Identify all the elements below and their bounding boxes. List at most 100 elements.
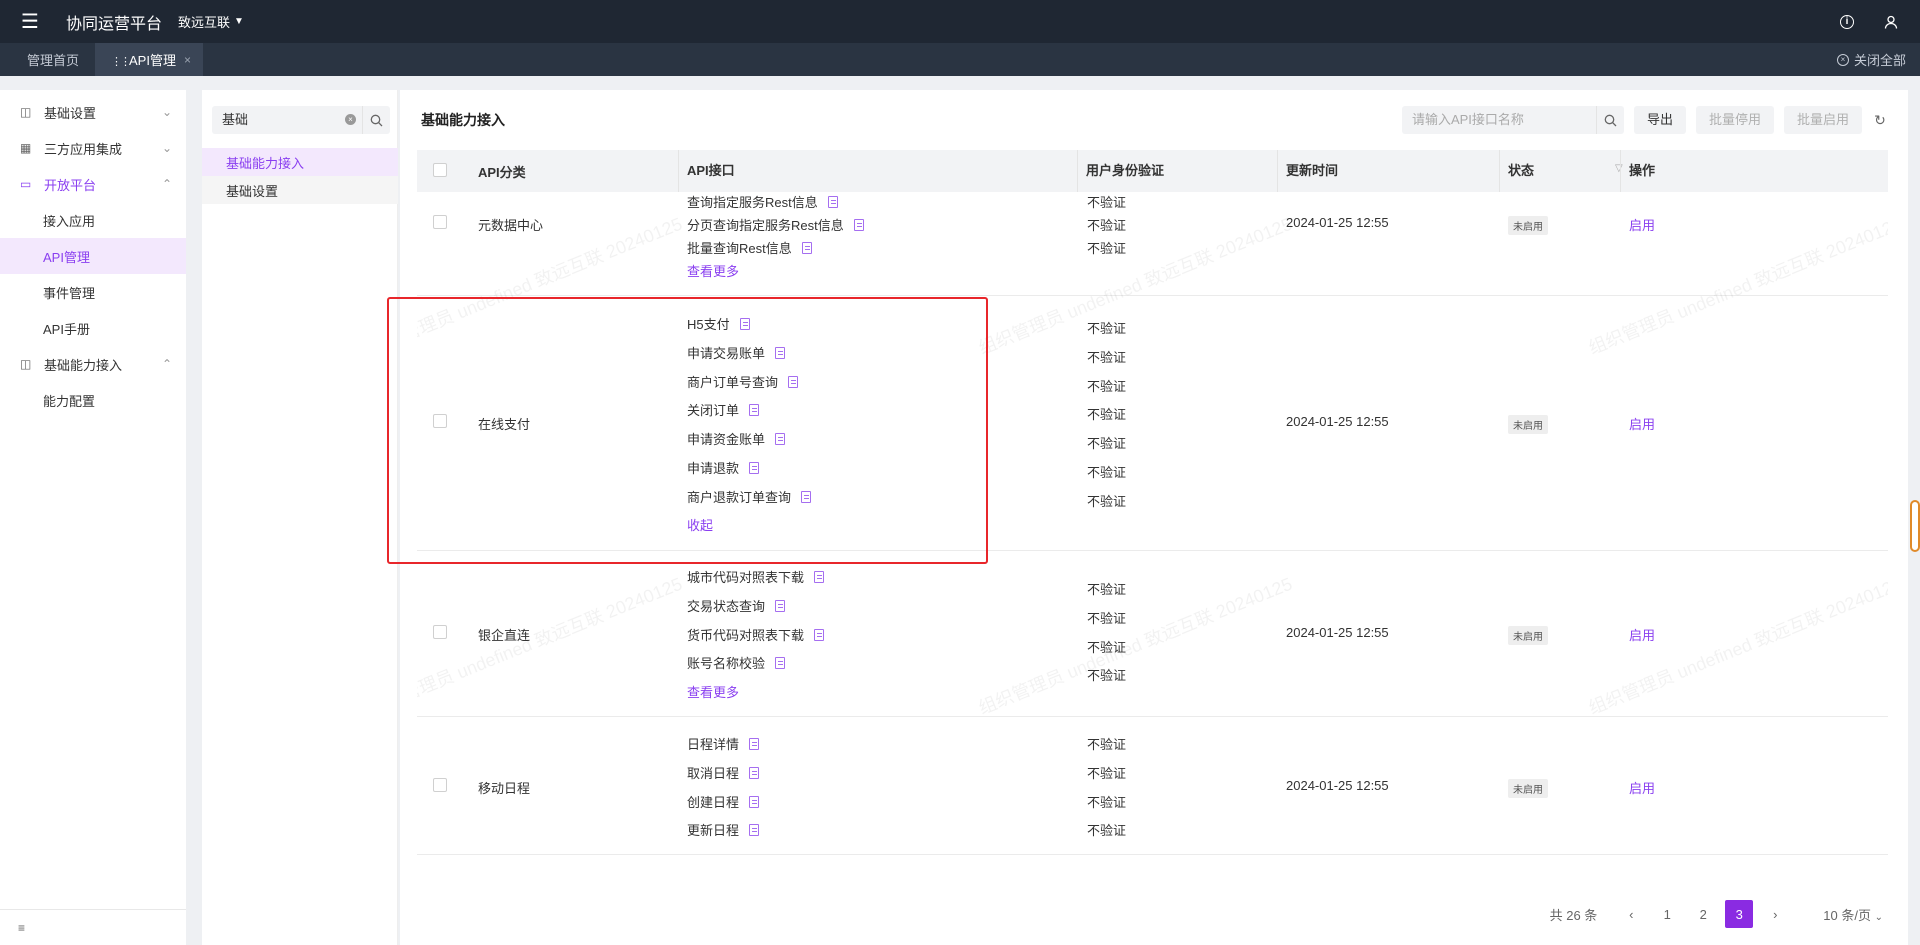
auth-cell: 不验证 xyxy=(1087,737,1127,752)
refresh-icon[interactable]: ↻ xyxy=(1872,112,1888,129)
collapse-link[interactable]: 收起 xyxy=(687,515,713,534)
doc-icon[interactable] xyxy=(788,376,799,388)
api-name: 申请交易账单 xyxy=(687,346,766,361)
tree-node-basic-settings[interactable]: 基础设置 xyxy=(202,176,398,204)
app-title: 协同运营平台 xyxy=(66,15,163,33)
header-category: API分类 xyxy=(478,164,526,180)
header-auth: 用户身份验证 xyxy=(1077,150,1164,192)
top-bar: ☰ 协同运营平台 致远互联 ▼ i xyxy=(0,0,1920,43)
api-item: 分页查询指定服务Rest信息 xyxy=(687,215,864,234)
doc-icon[interactable] xyxy=(775,600,786,612)
chevron-up-icon: ⌃ xyxy=(161,177,172,191)
sidebar-item-basic-capability[interactable]: ◫ 基础能力接入 ⌃ xyxy=(0,346,186,382)
api-name: 商户退款订单查询 xyxy=(687,490,792,505)
doc-icon[interactable] xyxy=(749,767,760,779)
sidebar-item-capability-config[interactable]: 能力配置 xyxy=(0,382,186,418)
batch-enable-button[interactable]: 批量启用 xyxy=(1783,106,1862,134)
api-name: 申请资金账单 xyxy=(687,432,766,447)
sidebar-item-api-manual[interactable]: API手册 xyxy=(0,310,186,346)
doc-icon[interactable] xyxy=(827,196,838,208)
tab-api-management[interactable]: ⋮⋮API管理 × xyxy=(95,43,203,76)
enable-link[interactable]: 启用 xyxy=(1629,778,1655,797)
tree-search-input[interactable]: 基础 × xyxy=(212,106,362,134)
collapse-sidebar-icon[interactable]: ≡ xyxy=(0,909,186,945)
select-all-checkbox[interactable] xyxy=(433,163,447,177)
tree-search: 基础 × xyxy=(212,106,390,134)
scrollbar-handle[interactable] xyxy=(1910,500,1920,552)
sidebar-item-access-apps[interactable]: 接入应用 xyxy=(0,202,186,238)
doc-icon[interactable] xyxy=(749,738,760,750)
doc-icon[interactable] xyxy=(801,242,812,254)
status-badge: 未启用 xyxy=(1508,779,1548,798)
row-checkbox[interactable] xyxy=(433,215,447,229)
close-all-button[interactable]: × 关闭全部 xyxy=(1836,43,1906,76)
doc-icon[interactable] xyxy=(801,491,812,503)
hamburger-menu-icon[interactable]: ☰ xyxy=(0,0,60,43)
api-name: 货币代码对照表下载 xyxy=(687,628,805,643)
page-3[interactable]: 3 xyxy=(1725,900,1754,928)
auth-cell: 不验证 xyxy=(1087,379,1127,394)
api-name: 更新日程 xyxy=(687,823,740,838)
doc-icon[interactable] xyxy=(814,629,825,641)
row-checkbox[interactable] xyxy=(433,625,447,639)
view-more-link[interactable]: 查看更多 xyxy=(687,682,739,701)
header-updated: 更新时间 xyxy=(1277,150,1338,192)
api-name: 创建日程 xyxy=(687,795,740,810)
api-item: 申请退款 xyxy=(687,458,760,477)
tree-search-value: 基础 xyxy=(222,112,249,127)
next-page-icon[interactable]: › xyxy=(1761,900,1789,928)
prev-page-icon[interactable]: ‹ xyxy=(1617,900,1645,928)
export-button[interactable]: 导出 xyxy=(1633,106,1686,134)
page-2[interactable]: 2 xyxy=(1689,900,1717,928)
auth-cell: 不验证 xyxy=(1087,436,1127,451)
tree-node-basic-capability[interactable]: 基础能力接入 xyxy=(202,148,398,176)
doc-icon[interactable] xyxy=(739,318,750,330)
doc-icon[interactable] xyxy=(749,462,760,474)
doc-icon[interactable] xyxy=(814,571,825,583)
clear-icon[interactable]: × xyxy=(345,114,356,125)
doc-icon[interactable] xyxy=(749,824,760,836)
auth-cell: 不验证 xyxy=(1087,795,1127,810)
doc-icon[interactable] xyxy=(775,657,786,669)
batch-disable-button[interactable]: 批量停用 xyxy=(1695,106,1774,134)
api-item: 商户订单号查询 xyxy=(687,372,799,391)
doc-icon[interactable] xyxy=(749,404,760,416)
doc-icon[interactable] xyxy=(775,433,786,445)
info-icon[interactable]: i xyxy=(1840,14,1854,29)
tab-bar: 管理首页 ⋮⋮API管理 × × 关闭全部 xyxy=(0,43,1920,76)
api-item: 商户退款订单查询 xyxy=(687,487,812,506)
total-count: 共 26 条 xyxy=(1549,907,1598,923)
page-size-select[interactable]: 10 条/页 ⌄ xyxy=(1823,905,1883,924)
row-checkbox[interactable] xyxy=(433,778,447,792)
enable-link[interactable]: 启用 xyxy=(1629,414,1655,433)
sidebar-item-event-management[interactable]: 事件管理 xyxy=(0,274,186,310)
tab-close-icon[interactable]: × xyxy=(184,53,191,67)
doc-icon[interactable] xyxy=(749,796,760,808)
row-checkbox[interactable] xyxy=(433,414,447,428)
api-item: 货币代码对照表下载 xyxy=(687,625,825,644)
api-search-input[interactable]: 请输入API接口名称 xyxy=(1401,106,1596,134)
table-row: 银企直连 城市代码对照表下载 交易状态查询 货币代码对照表下载 账号名称校验 查… xyxy=(417,551,1888,717)
api-item: 更新日程 xyxy=(687,820,760,839)
sidebar-item-basic-settings[interactable]: ◫ 基础设置 ⌄ xyxy=(0,94,186,130)
sidebar-item-third-party[interactable]: ▦ 三方应用集成 ⌄ xyxy=(0,130,186,166)
user-icon[interactable] xyxy=(1882,13,1900,31)
sidebar-item-open-platform[interactable]: ▭ 开放平台 ⌃ xyxy=(0,166,186,202)
search-icon[interactable] xyxy=(362,106,390,134)
sidebar-item-api-management[interactable]: API管理 xyxy=(0,238,186,274)
search-icon[interactable] xyxy=(1595,106,1624,134)
doc-icon[interactable] xyxy=(775,347,786,359)
doc-icon[interactable] xyxy=(853,219,864,231)
auth-cell: 不验证 xyxy=(1087,611,1127,626)
table-row: 移动日程 日程详情 取消日程 创建日程 更新日程 不验证 不验证 不验证 不验证… xyxy=(417,717,1888,855)
api-name: 申请退款 xyxy=(687,461,740,476)
enable-link[interactable]: 启用 xyxy=(1629,625,1655,644)
header-api: API接口 xyxy=(678,150,735,192)
enable-link[interactable]: 启用 xyxy=(1629,215,1655,234)
chevron-down-icon: ⌄ xyxy=(161,105,172,119)
org-switcher[interactable]: 致远互联 ▼ xyxy=(178,12,244,31)
view-more-link[interactable]: 查看更多 xyxy=(687,261,739,280)
desktop-icon: ▭ xyxy=(20,177,32,191)
tab-home[interactable]: 管理首页 xyxy=(0,43,95,76)
page-1[interactable]: 1 xyxy=(1653,900,1681,928)
